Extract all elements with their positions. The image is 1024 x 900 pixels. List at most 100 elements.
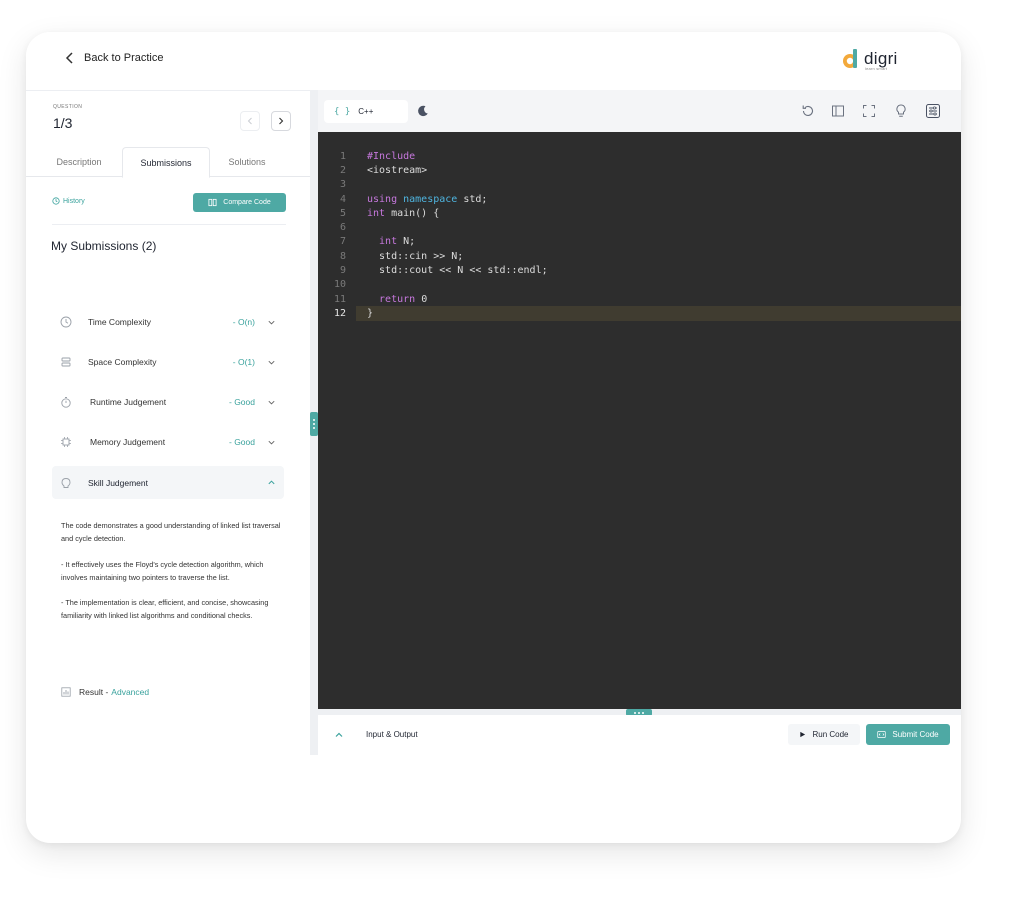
line-number: 7 (339, 236, 346, 248)
logo-mark-icon (843, 49, 857, 68)
editor-toolbar: { } C++ (318, 90, 961, 132)
chip-icon (61, 437, 71, 447)
code-line[interactable]: 2 <iostream> (318, 163, 961, 177)
code-line[interactable]: 10 (318, 278, 961, 292)
metric-label: Time Complexity (88, 317, 151, 327)
metric-label: Space Complexity (88, 357, 157, 367)
chevron-down-icon (268, 440, 275, 444)
language-label: C++ (358, 107, 374, 116)
tab-solutions[interactable]: Solutions (210, 147, 284, 177)
run-code-button[interactable]: Run Code (788, 724, 860, 745)
line-source: #Include (367, 151, 415, 162)
metric-value: - Good (229, 437, 255, 447)
code-token: } (367, 307, 374, 319)
chevron-up-icon[interactable] (334, 730, 344, 740)
result-label: Result - (79, 687, 109, 697)
run-label: Run Code (812, 730, 849, 739)
brain-icon (61, 477, 71, 488)
panel-tabs: Description Submissions Solutions (26, 147, 310, 178)
line-source: return 0 (367, 294, 427, 305)
code-line[interactable]: 5 int main() { (318, 206, 961, 220)
history-link[interactable]: History (52, 197, 85, 205)
splitter-handle[interactable] (310, 412, 318, 436)
database-icon (61, 357, 71, 367)
bar-chart-icon (61, 687, 71, 697)
fullscreen-icon[interactable] (861, 103, 877, 119)
submit-code-button[interactable]: Submit Code (866, 724, 950, 745)
code-token: int (367, 207, 386, 219)
my-submissions-title: My Submissions (2) (51, 239, 157, 253)
code-icon (877, 730, 887, 739)
hint-bulb-icon[interactable] (893, 103, 909, 119)
code-token: std::cin >> N; (367, 250, 464, 262)
question-number: 1/3 (53, 115, 73, 131)
history-label: History (63, 197, 85, 205)
back-to-practice-link[interactable]: Back to Practice (64, 52, 163, 64)
line-number: 9 (339, 265, 346, 277)
metric-skill-judgement[interactable]: Skill Judgement (52, 466, 284, 499)
metric-value: - O(n) (232, 317, 255, 327)
code-line[interactable]: 1 #Include (318, 149, 961, 163)
input-output-toggle[interactable]: Input & Output (366, 730, 418, 739)
compare-code-button[interactable]: Compare Code (193, 193, 286, 212)
code-line[interactable]: 4 using namespace std; (318, 192, 961, 206)
metric-memory-judgement[interactable]: Memory Judgement - Good (52, 427, 284, 457)
logo-tagline: learn smart (865, 66, 888, 71)
io-bar: Input & Output Run Code Submit Code (318, 715, 961, 755)
code-line[interactable]: 3 (318, 178, 961, 192)
chevron-down-icon (268, 320, 275, 324)
line-number: 1 (339, 150, 346, 162)
tab-description[interactable]: Description (42, 147, 116, 177)
line-source: } (367, 308, 373, 319)
metric-label: Skill Judgement (88, 477, 149, 488)
next-question-button[interactable] (271, 111, 291, 131)
line-number: 4 (339, 193, 346, 205)
reset-icon[interactable] (800, 103, 816, 119)
result-value: Advanced (111, 687, 150, 697)
app-window: Back to Practice digri learn smart QUEST… (26, 32, 961, 843)
metric-label: Memory Judgement (90, 437, 166, 447)
code-editor[interactable]: 1 #Include 2 <iostream> 3 4 using namespace st… (318, 132, 961, 709)
line-number: 10 (333, 279, 346, 291)
compare-label: Compare Code (223, 199, 271, 206)
skill-text-paragraph: - The implementation is clear, efficient… (61, 598, 269, 620)
metric-label: Runtime Judgement (90, 397, 167, 407)
prev-question-button[interactable] (240, 111, 260, 131)
chevron-right-icon (279, 117, 284, 125)
code-token: main() { (385, 207, 440, 219)
metric-runtime-judgement[interactable]: Runtime Judgement - Good (52, 387, 284, 417)
code-line[interactable]: 12} (318, 306, 961, 320)
code-line[interactable]: 7 int N; (318, 235, 961, 249)
divider (52, 224, 286, 225)
layout-icon[interactable] (830, 103, 846, 119)
settings-sliders-icon[interactable] (925, 103, 941, 119)
code-token: using (367, 193, 404, 205)
code-token: return (367, 293, 416, 305)
code-braces-icon: { } (334, 106, 351, 117)
code-token: <iostream> (367, 164, 428, 176)
history-icon (52, 197, 60, 205)
metric-space-complexity[interactable]: Space Complexity - O(1) (52, 347, 284, 377)
line-number: 8 (339, 250, 346, 262)
tab-submissions[interactable]: Submissions (122, 147, 210, 178)
metric-time-complexity[interactable]: Time Complexity - O(n) (52, 307, 284, 337)
moon-icon[interactable] (416, 104, 430, 118)
code-token: int (367, 236, 398, 248)
code-line[interactable]: 9 std::cout << N << std::endl; (318, 263, 961, 277)
chevron-up-icon (268, 480, 275, 485)
code-token: std::cout << N << std::endl; (367, 265, 548, 277)
top-bar: Back to Practice digri learn smart (26, 32, 961, 90)
logo-text: digri (864, 49, 898, 68)
line-source: <iostream> (367, 165, 427, 176)
code-line[interactable]: 6 (318, 221, 961, 235)
code-line[interactable]: 11 return 0 (318, 292, 961, 306)
back-label: Back to Practice (84, 52, 164, 64)
submit-label: Submit Code (892, 730, 939, 739)
code-line[interactable]: 8 std::cin >> N; (318, 249, 961, 263)
chevron-down-icon (268, 400, 275, 404)
line-source: int main() { (367, 208, 439, 219)
clock-icon (60, 316, 72, 328)
digri-logo: digri learn smart (841, 48, 898, 71)
language-selector[interactable]: { } C++ (324, 100, 408, 123)
skill-text-paragraph: The code demonstrates a good understandi… (61, 521, 281, 543)
